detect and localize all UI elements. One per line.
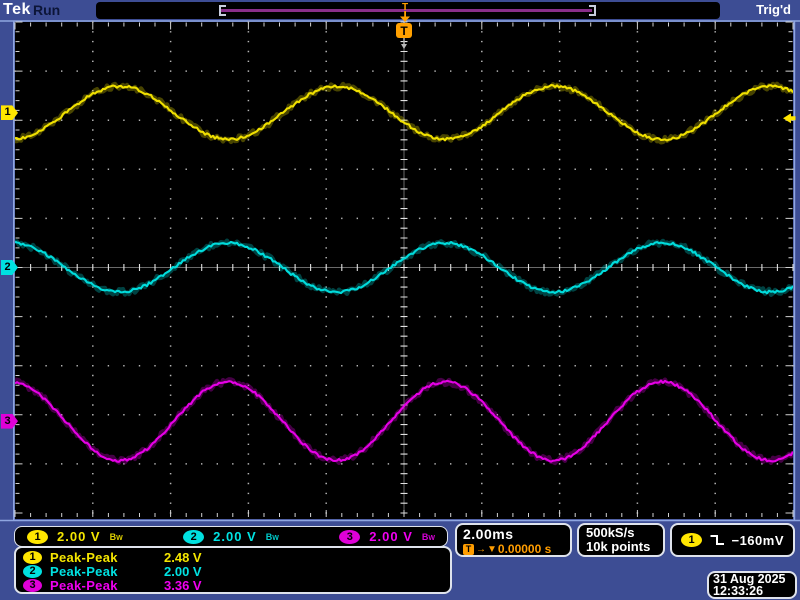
measurement-value: 3.36 V	[164, 578, 202, 593]
channel-3-readout[interactable]: 3 2.00 V BW	[339, 529, 435, 544]
measurement-row-ch1: 1 Peak-Peak 2.48 V	[23, 550, 450, 564]
measurement-label: Peak-Peak	[50, 578, 156, 593]
record-view-bar[interactable]: T	[96, 2, 720, 19]
measurement-row-ch3: 3 Peak-Peak 3.36 V	[23, 578, 450, 592]
datetime-display: 31 Aug 2025 12:33:26	[707, 571, 797, 599]
bandwidth-limit-icon: BW	[422, 532, 435, 542]
down-triangle-icon: ▼	[487, 544, 497, 555]
trigger-level-value: −160mV	[731, 533, 784, 548]
measurement-badge-ch1: 1	[23, 551, 42, 564]
measurement-label: Peak-Peak	[50, 564, 156, 579]
measurement-value: 2.48 V	[164, 550, 202, 565]
arrow-right-icon: →	[476, 544, 486, 555]
channel-1-scale: 2.00 V	[57, 529, 101, 544]
oscilloscope-screen: Tek Run T Trig'd T 123 12.00 VBW22.00 VB…	[0, 0, 800, 600]
acquisition-readout[interactable]: 500kS/s 10k points	[577, 523, 665, 557]
acquisition-status: Run	[33, 2, 60, 18]
channel-2-scale: 2.00 V	[213, 529, 257, 544]
record-window-left-bracket[interactable]	[219, 5, 226, 16]
measurement-value: 2.00 V	[164, 564, 202, 579]
trigger-readout[interactable]: 1 −160mV	[670, 523, 795, 557]
sample-rate: 500kS/s	[586, 526, 656, 540]
svg-text:T: T	[400, 24, 408, 38]
tek-logo: Tek	[3, 1, 31, 19]
graticule: T	[0, 0, 800, 600]
measurements-panel[interactable]: 1 Peak-Peak 2.48 V 2 Peak-Peak 2.00 V 3 Peak-Pe…	[14, 546, 452, 594]
trigger-source-badge: 1	[681, 533, 702, 547]
top-status-bar: Tek Run T Trig'd	[0, 0, 800, 21]
trigger-status: Trig'd	[756, 2, 791, 17]
channel-3-scale: 2.00 V	[369, 529, 413, 544]
trigger-position-value: 0.00000 s	[498, 542, 551, 556]
falling-edge-icon	[709, 533, 724, 547]
record-window-right-bracket[interactable]	[589, 5, 596, 16]
timebase-readout[interactable]: 2.00ms T → ▼ 0.00000 s	[455, 523, 572, 557]
trigger-position-readout: T → ▼ 0.00000 s	[463, 542, 564, 556]
bottom-readout-bar: 1 2.00 V BW 2 2.00 V BW 3 2.00 V BW 2.00ms T → ▼…	[0, 520, 800, 600]
channel-1-readout[interactable]: 1 2.00 V BW	[27, 529, 123, 544]
channel-scale-readouts: 1 2.00 V BW 2 2.00 V BW 3 2.00 V BW	[14, 526, 448, 547]
time-text: 12:33:26	[713, 585, 791, 597]
measurement-badge-ch2: 2	[23, 565, 42, 578]
channel-2-readout[interactable]: 2 2.00 V BW	[183, 529, 279, 544]
measurement-label: Peak-Peak	[50, 550, 156, 565]
measurement-badge-ch3: 3	[23, 579, 42, 592]
channel-1-badge[interactable]: 1	[27, 530, 48, 544]
record-trigger-position-icon[interactable]: T	[396, 2, 414, 23]
channel-2-badge[interactable]: 2	[183, 530, 204, 544]
bandwidth-limit-icon: BW	[266, 532, 279, 542]
measurement-row-ch2: 2 Peak-Peak 2.00 V	[23, 564, 450, 578]
trigger-t-icon: T	[463, 544, 474, 555]
bandwidth-limit-icon: BW	[110, 532, 123, 542]
timebase-scale: 2.00ms	[463, 526, 564, 542]
channel-3-badge[interactable]: 3	[339, 530, 360, 544]
record-length: 10k points	[586, 540, 656, 554]
